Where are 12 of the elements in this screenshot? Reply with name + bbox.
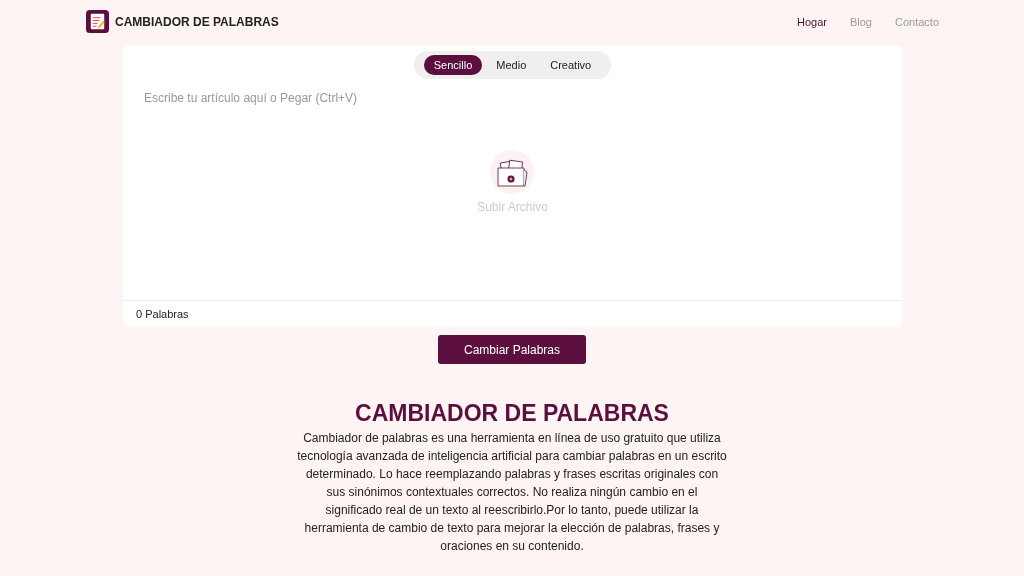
- article-input[interactable]: Escribe tu artículo aquí o Pegar (Ctrl+V): [142, 89, 883, 117]
- mode-tab[interactable]: Sencillo: [423, 55, 483, 75]
- section-heading: CAMBIADOR DE PALABRAS: [355, 400, 669, 427]
- logo-icon: [86, 10, 109, 33]
- change-words-button[interactable]: Cambiar Palabras: [438, 335, 586, 364]
- nav-link[interactable]: Hogar: [796, 15, 827, 28]
- mode-tab[interactable]: Medio: [486, 55, 537, 75]
- folder-icon: [490, 150, 535, 194]
- description-text: Cambiador de palabras es una herramienta en línea de uso gratuito que utiliza tecnología avanzada de inteligencia artificial para cambiar palabras en un escrito determinado. Lo hace reemplazando palabras y frases escritas originales con sus sinónimos contextuales correctos. No realiza ningún cambio en el significado real de un texto al reescribirlo.Por lo tanto, puede utilizar la herramienta de cambio de texto para mejorar la elección de palabras, frases y oraciones en su contenido.: [297, 430, 727, 555]
- mode-tab[interactable]: Creativo: [540, 55, 602, 75]
- word-count: 0 Palabras: [136, 308, 189, 320]
- brand-name: CAMBIADOR DE PALABRAS: [115, 14, 279, 29]
